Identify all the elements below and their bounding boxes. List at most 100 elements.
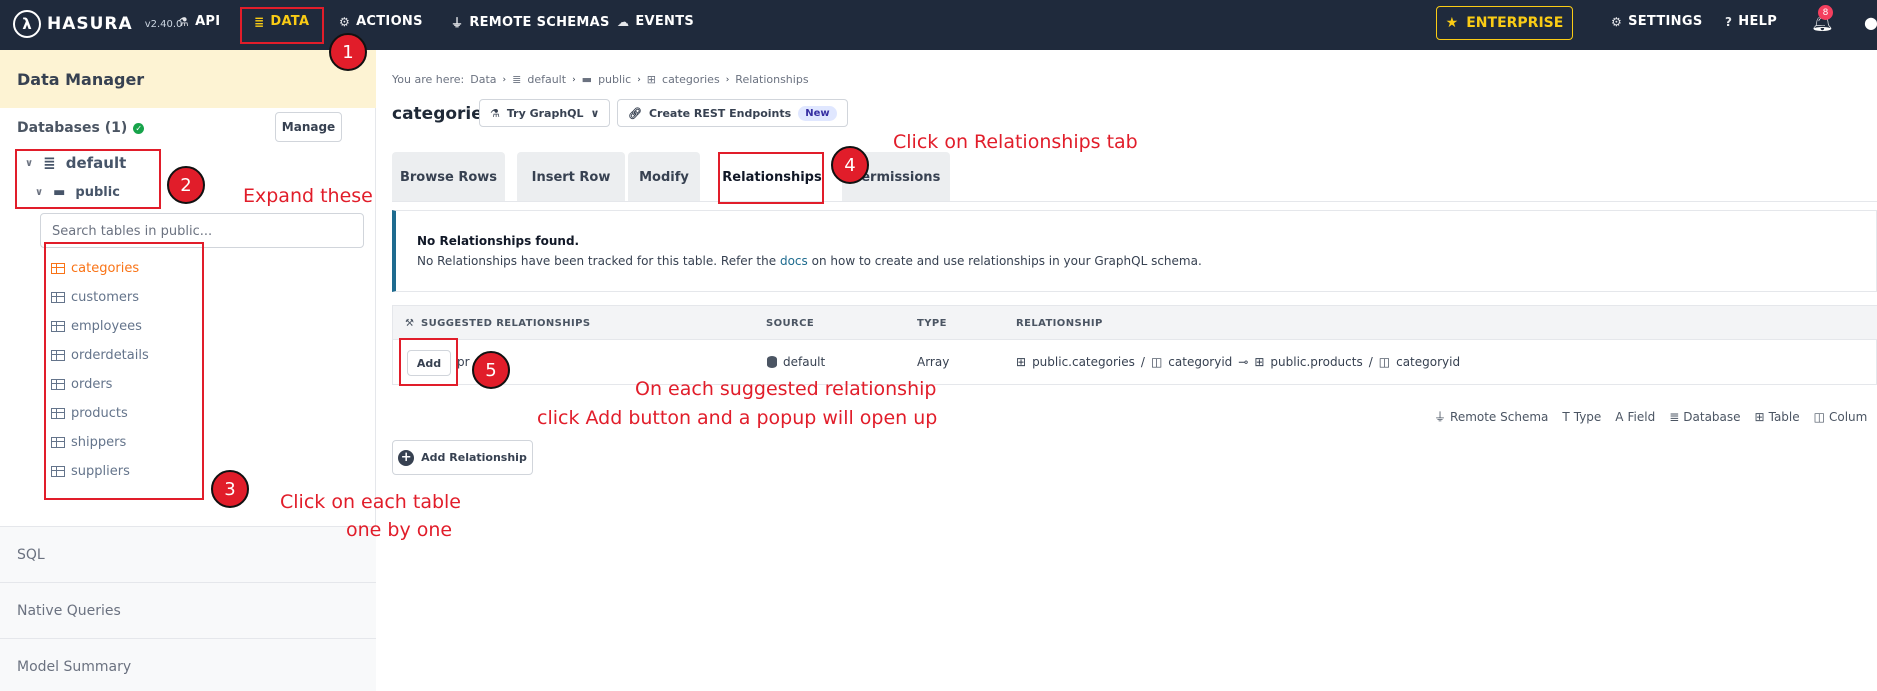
legend-label: Remote Schema: [1450, 409, 1549, 424]
alert-text-before: No Relationships have been tracked for t…: [417, 254, 777, 268]
table-icon: ⊞: [646, 73, 657, 86]
field-icon: A: [1615, 409, 1624, 424]
nav-help[interactable]: ? HELP: [1725, 14, 1777, 29]
folder-icon: ▬: [581, 73, 593, 86]
legend-remote-schema: ⏚ Remote Schema: [1434, 408, 1548, 425]
no-relationships-alert: No Relationships found. No Relationships…: [392, 210, 1877, 292]
annotation-suggest-1: On each suggested relationship: [635, 378, 937, 400]
header-suggested: SUGGESTED RELATIONSHIPS: [421, 318, 591, 329]
annotation-box-add: [399, 338, 458, 386]
nav-settings-label: SETTINGS: [1628, 14, 1703, 29]
chevron-right-icon: ›: [502, 74, 507, 85]
header-relationship: RELATIONSHIP: [1016, 318, 1103, 329]
nav-settings[interactable]: ⚙ SETTINGS: [1611, 14, 1703, 29]
chevron-right-icon: ›: [572, 74, 576, 85]
breadcrumb-data[interactable]: Data: [470, 73, 496, 86]
docs-link[interactable]: docs: [780, 254, 808, 268]
annotation-step-3: 3: [211, 470, 249, 508]
manage-button[interactable]: Manage: [275, 112, 342, 142]
chevron-right-icon: ›: [725, 74, 730, 85]
legend-table: ⊞ Table: [1755, 408, 1800, 425]
database-icon: ≣: [512, 73, 522, 86]
cloud-icon: ☁: [617, 14, 630, 29]
create-rest-button[interactable]: 🔗︎ Create REST Endpoints New: [617, 99, 848, 127]
add-relationship-label: Add Relationship: [421, 451, 527, 464]
flask-icon: ⚗: [490, 106, 500, 120]
nav-api[interactable]: ⚗ API: [178, 14, 220, 29]
database-icon: ≣: [1669, 409, 1680, 424]
new-badge: New: [798, 105, 837, 121]
annotation-click-table-2: one by one: [346, 519, 453, 541]
check-circle-icon: ✓: [133, 122, 145, 134]
database-icon: [767, 356, 777, 368]
header-source: SOURCE: [766, 318, 815, 329]
annotation-step-4: 4: [831, 146, 869, 184]
annotation-expand: Expand these: [243, 185, 373, 207]
separator: /: [1140, 355, 1145, 369]
legend-field: A Field: [1615, 408, 1655, 425]
legend-type: T Type: [1562, 408, 1601, 425]
sidebar-section-native-queries[interactable]: Native Queries: [0, 582, 376, 638]
enterprise-button[interactable]: ★ ENTERPRISE: [1436, 6, 1573, 40]
suggested-relationships-table: ⚒ SUGGESTED RELATIONSHIPS SOURCE TYPE RE…: [392, 305, 1877, 385]
alert-text-after: on how to create and use relationships i…: [811, 254, 1202, 268]
sidebar-section-model-summary[interactable]: Model Summary: [0, 638, 376, 691]
sidebar-section-sql[interactable]: SQL: [0, 526, 376, 582]
breadcrumb-public[interactable]: public: [598, 73, 631, 86]
nav-remote-schemas[interactable]: ⏚ REMOTE SCHEMAS: [451, 14, 610, 31]
legend-label: Colum: [1828, 409, 1868, 424]
nav-actions[interactable]: ⚙ ACTIONS: [339, 14, 423, 29]
legend-label: Table: [1768, 409, 1800, 424]
user-icon[interactable]: ●: [1864, 13, 1877, 33]
separator: /: [1368, 355, 1373, 369]
one-to-many-icon: ⊸: [1238, 355, 1249, 369]
annotation-box-data: [240, 7, 324, 44]
annotation-box-tree: [15, 149, 161, 209]
table-icon: ⊞: [1016, 355, 1027, 369]
tab-modify[interactable]: Modify: [628, 152, 700, 202]
legend: ⏚ Remote Schema T Type A Field ≣ Database ⊞ T…: [1434, 408, 1867, 425]
annotation-suggest-2: click Add button and a popup will open u…: [537, 407, 938, 429]
annotation-box-tables: [44, 242, 204, 500]
gear-icon: ⚙: [1611, 14, 1623, 29]
legend-column: ◫ Colum: [1814, 408, 1868, 425]
table-icon: ⊞: [1254, 355, 1265, 369]
relationship-cell: ⊞ public.categories / ◫ categoryid ⊸ ⊞ p…: [1016, 355, 1460, 369]
breadcrumb-categories[interactable]: categories: [662, 73, 720, 86]
add-relationship-button[interactable]: + Add Relationship: [392, 440, 533, 475]
hasura-logo-icon: λ: [13, 10, 41, 38]
legend-label: Type: [1573, 409, 1602, 424]
nav-events-label: EVENTS: [635, 14, 695, 29]
type-icon: T: [1562, 409, 1570, 424]
annotation-step-5: 5: [472, 351, 510, 389]
to-column: categoryid: [1396, 355, 1461, 369]
tab-browse-rows[interactable]: Browse Rows: [392, 152, 505, 202]
chevron-down-icon: ∨: [590, 106, 600, 120]
to-table: public.products: [1270, 355, 1363, 369]
hasura-logo[interactable]: λ HASURA v2.40.0: [13, 10, 182, 38]
legend-label: Database: [1683, 409, 1741, 424]
create-rest-label: Create REST Endpoints: [648, 106, 792, 120]
tab-insert-row[interactable]: Insert Row: [517, 152, 625, 202]
star-icon: ★: [1445, 15, 1459, 31]
breadcrumb-default[interactable]: default: [527, 73, 566, 86]
try-graphql-button[interactable]: ⚗ Try GraphQL ∨: [479, 99, 611, 127]
enterprise-label: ENTERPRISE: [1466, 15, 1564, 31]
breadcrumb: You are here: Data › ≣ default › ▬ publi…: [392, 73, 809, 86]
annotation-click-tab: Click on Relationships tab: [893, 131, 1138, 153]
alert-title: No Relationships found.: [417, 234, 580, 248]
legend-label: Field: [1627, 409, 1656, 424]
nav-events[interactable]: ☁ EVENTS: [617, 14, 694, 29]
breadcrumb-prefix: You are here:: [392, 73, 465, 86]
column-icon: ◫: [1150, 355, 1163, 369]
source-cell: default: [767, 355, 825, 369]
from-table: public.categories: [1032, 355, 1135, 369]
magic-wand-icon: ⚒: [405, 318, 415, 329]
try-graphql-label: Try GraphQL: [506, 106, 584, 120]
table-header: ⚒ SUGGESTED RELATIONSHIPS SOURCE TYPE RE…: [393, 306, 1877, 340]
notification-badge: 8: [1818, 5, 1833, 20]
nav-remote-schemas-label: REMOTE SCHEMAS: [469, 15, 610, 30]
help-icon: ?: [1725, 14, 1733, 29]
type-value: Array: [917, 355, 950, 369]
flask-icon: ⚗: [178, 14, 190, 29]
